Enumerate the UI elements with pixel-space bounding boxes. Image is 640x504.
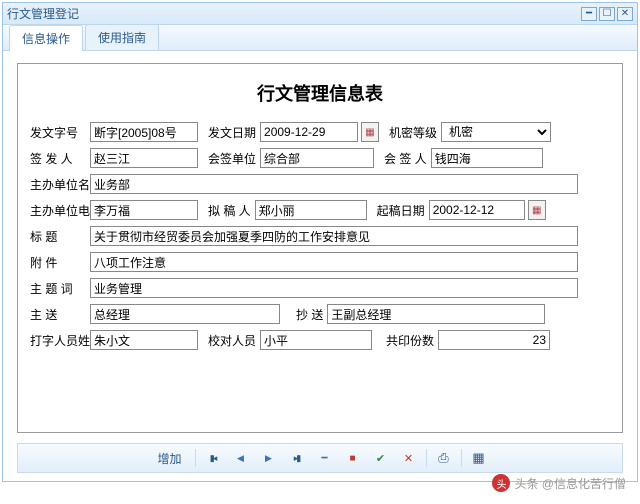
input-cosigner[interactable] — [431, 148, 543, 168]
input-proof[interactable] — [260, 330, 372, 350]
input-typist[interactable] — [90, 330, 198, 350]
label-title: 标 题 — [30, 228, 86, 245]
separator-2 — [426, 449, 427, 467]
delete-button[interactable] — [312, 447, 338, 469]
form-title: 行文管理信息表 — [30, 80, 610, 106]
calendar-icon[interactable]: ▦ — [361, 122, 379, 142]
label-issue-date: 发文日期 — [208, 124, 256, 141]
select-secrecy[interactable]: 机密 — [441, 122, 551, 142]
input-attach[interactable] — [90, 252, 578, 272]
toolbar: 增加 — [17, 443, 623, 473]
row-4: 主办单位电 拟 稿 人 起稿日期 ▦ — [30, 200, 610, 220]
label-host-unit: 主办单位名 — [30, 176, 86, 193]
last-record-button[interactable] — [284, 447, 310, 469]
minimize-button[interactable]: ━ — [581, 7, 597, 21]
label-main-send: 主 送 — [30, 306, 86, 323]
input-host-phone[interactable] — [90, 200, 198, 220]
row-8: 主 送 抄 送 — [30, 304, 610, 324]
print-button[interactable] — [431, 447, 457, 469]
label-cc-send: 抄 送 — [296, 306, 323, 323]
input-cosign-unit[interactable] — [260, 148, 374, 168]
tab-bar: 信息操作 使用指南 — [3, 25, 637, 51]
add-button[interactable]: 增加 — [148, 447, 190, 469]
next-record-button[interactable] — [256, 447, 282, 469]
input-draft-date[interactable] — [429, 200, 525, 220]
input-copies[interactable] — [438, 330, 550, 350]
row-9: 打字人员姓 校对人员 共印份数 — [30, 330, 610, 350]
label-copies: 共印份数 — [386, 332, 434, 349]
input-subject[interactable] — [90, 278, 578, 298]
row-5: 标 题 — [30, 226, 610, 246]
label-secrecy: 机密等级 — [389, 124, 437, 141]
first-record-button[interactable] — [200, 447, 226, 469]
tab-guide[interactable]: 使用指南 — [85, 24, 159, 50]
label-host-phone: 主办单位电 — [30, 202, 86, 219]
tab-info-ops[interactable]: 信息操作 — [9, 25, 83, 51]
row-1: 发文字号 发文日期 ▦ 机密等级 机密 — [30, 122, 610, 142]
label-signer: 签 发 人 — [30, 150, 86, 167]
label-doc-no: 发文字号 — [30, 124, 86, 141]
label-cosigner: 会 签 人 — [384, 150, 427, 167]
maximize-button[interactable]: ☐ — [599, 7, 615, 21]
label-attach: 附 件 — [30, 254, 86, 271]
row-2: 签 发 人 会签单位 会 签 人 — [30, 148, 610, 168]
input-signer[interactable] — [90, 148, 198, 168]
input-issue-date[interactable] — [260, 122, 358, 142]
prev-record-button[interactable] — [228, 447, 254, 469]
input-drafter[interactable] — [255, 200, 367, 220]
row-3: 主办单位名 — [30, 174, 610, 194]
stop-button[interactable] — [340, 447, 366, 469]
cancel-button[interactable] — [396, 447, 422, 469]
input-main-send[interactable] — [90, 304, 280, 324]
avatar-icon: 头 — [492, 474, 510, 492]
label-cosign-unit: 会签单位 — [208, 150, 256, 167]
row-6: 附 件 — [30, 252, 610, 272]
row-7: 主 题 词 — [30, 278, 610, 298]
separator — [195, 449, 196, 467]
input-title[interactable] — [90, 226, 578, 246]
label-subject: 主 题 词 — [30, 280, 86, 297]
label-proof: 校对人员 — [208, 332, 256, 349]
app-window: 行文管理登记 ━ ☐ ✕ 信息操作 使用指南 行文管理信息表 发文字号 发文日期… — [2, 2, 638, 482]
label-drafter: 拟 稿 人 — [208, 202, 251, 219]
input-host-unit[interactable] — [90, 174, 578, 194]
confirm-button[interactable] — [368, 447, 394, 469]
label-draft-date: 起稿日期 — [377, 202, 425, 219]
watermark-text: 头条 @信息化苦行僧 — [514, 475, 626, 492]
input-doc-no[interactable] — [90, 122, 198, 142]
form-box: 行文管理信息表 发文字号 发文日期 ▦ 机密等级 机密 签 发 人 会签单位 会… — [17, 63, 623, 433]
watermark: 头 头条 @信息化苦行僧 — [492, 474, 626, 492]
label-typist: 打字人员姓 — [30, 332, 86, 349]
form-body: 行文管理信息表 发文字号 发文日期 ▦ 机密等级 机密 签 发 人 会签单位 会… — [3, 51, 637, 481]
calendar-icon-2[interactable]: ▦ — [528, 200, 546, 220]
close-button[interactable]: ✕ — [617, 7, 633, 21]
grid-view-button[interactable] — [466, 447, 492, 469]
input-cc-send[interactable] — [327, 304, 545, 324]
titlebar: 行文管理登记 ━ ☐ ✕ — [3, 3, 637, 25]
window-title: 行文管理登记 — [7, 5, 579, 22]
separator-3 — [461, 449, 462, 467]
